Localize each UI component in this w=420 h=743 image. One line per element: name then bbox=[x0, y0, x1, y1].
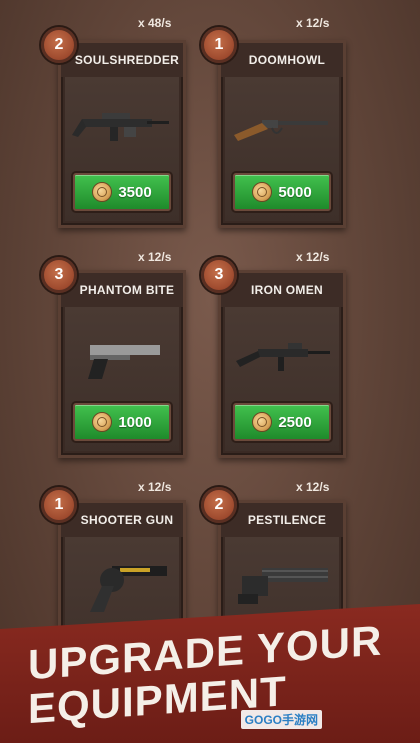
buy-button[interactable]: 2500 bbox=[233, 403, 331, 441]
weapon-name: SOULSHREDDER bbox=[74, 53, 180, 67]
weapon-name: DOOMHOWL bbox=[248, 53, 326, 67]
weapon-card-soulshredder[interactable]: SOULSHREDDER 3500 bbox=[58, 40, 186, 228]
assault-rifle-icon bbox=[227, 321, 337, 391]
coin-icon bbox=[92, 412, 113, 432]
coin-icon bbox=[92, 182, 113, 202]
weapon-name: IRON OMEN bbox=[250, 283, 324, 297]
price-label: 1000 bbox=[118, 413, 152, 431]
coin-icon bbox=[252, 412, 273, 432]
card-rate: x 48/s bbox=[138, 16, 172, 30]
lever-rifle-icon bbox=[227, 91, 337, 161]
level-badge: 1 bbox=[201, 27, 237, 63]
buy-button[interactable]: 3500 bbox=[73, 173, 171, 211]
weapon-name: PHANTOM BITE bbox=[79, 283, 175, 297]
level-badge: 3 bbox=[201, 257, 237, 293]
buy-button[interactable]: 5000 bbox=[233, 173, 331, 211]
watermark: GOGO手游网 bbox=[240, 710, 322, 729]
revolver-icon bbox=[67, 551, 177, 621]
card-rate: x 12/s bbox=[138, 480, 172, 494]
card-rate: x 12/s bbox=[296, 16, 330, 30]
pistol-icon bbox=[67, 321, 177, 391]
level-badge: 1 bbox=[41, 487, 77, 523]
card-rate: x 12/s bbox=[296, 250, 330, 264]
level-badge: 2 bbox=[201, 487, 237, 523]
card-rate: x 12/s bbox=[138, 250, 172, 264]
weapon-name: SHOOTER GUN bbox=[80, 513, 174, 527]
card-rate: x 12/s bbox=[296, 480, 330, 494]
machine-gun-icon bbox=[67, 91, 177, 161]
weapon-card-iron-omen[interactable]: IRON OMEN 2500 bbox=[218, 270, 346, 458]
weapon-card-phantom-bite[interactable]: PHANTOM BITE 1000 bbox=[58, 270, 186, 458]
weapon-name: PESTILENCE bbox=[247, 513, 327, 527]
price-label: 3500 bbox=[118, 183, 152, 201]
coin-icon bbox=[252, 182, 273, 202]
weapon-card-doomhowl[interactable]: DOOMHOWL 5000 bbox=[218, 40, 346, 228]
price-label: 5000 bbox=[278, 183, 312, 201]
level-badge: 2 bbox=[41, 27, 77, 63]
level-badge: 3 bbox=[41, 257, 77, 293]
price-label: 2500 bbox=[278, 413, 312, 431]
buy-button[interactable]: 1000 bbox=[73, 403, 171, 441]
